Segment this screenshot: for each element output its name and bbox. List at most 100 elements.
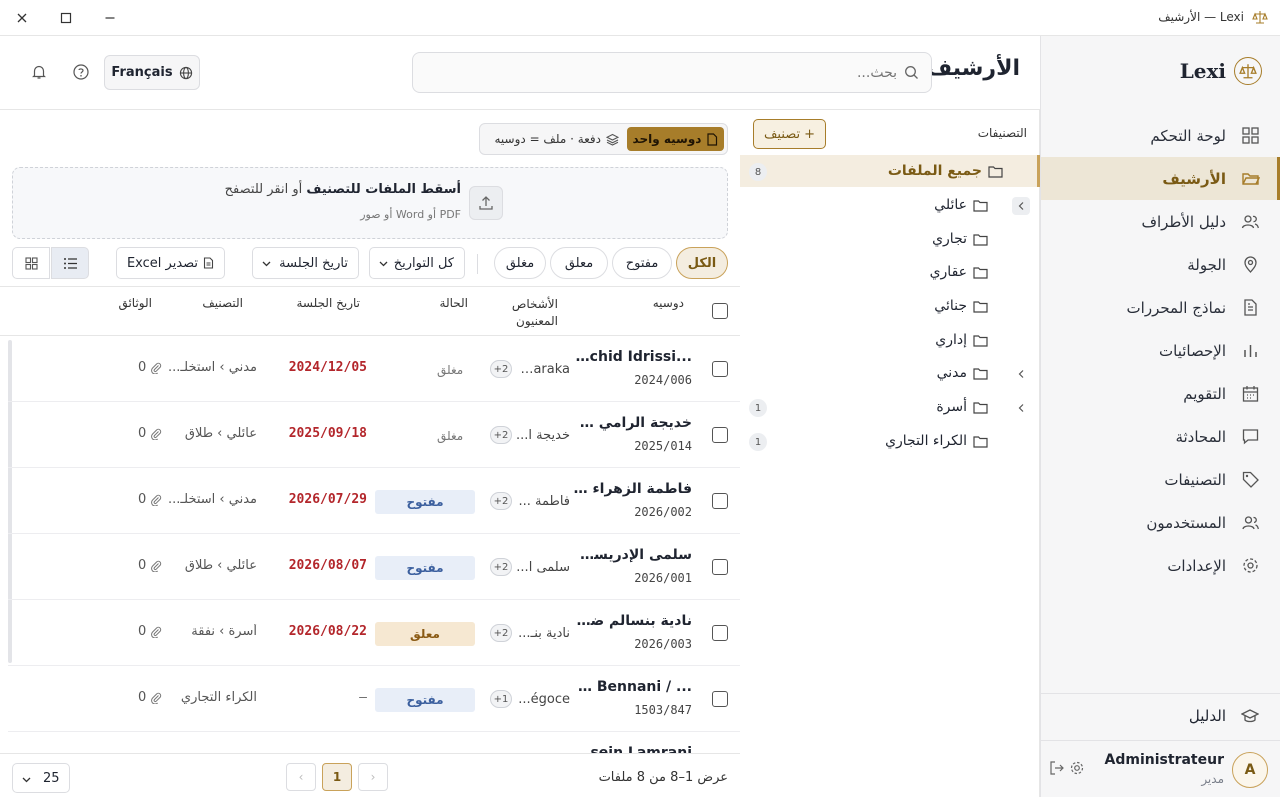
case-title[interactable]: خديجة الرامي ضد... — [572, 415, 692, 431]
sidebar-item-2[interactable]: دليل الأطراف — [1041, 200, 1280, 243]
table-row[interactable]: خديجة الرامي ضد... 2025/014 خديجة ا... +2 مغ… — [8, 402, 740, 468]
table-row[interactable]: سلمى الإدريسي ... 2026/001 سلمى ا... +2 مفتو… — [8, 534, 740, 600]
category-item[interactable]: الكراء التجاري 1 — [740, 425, 1040, 457]
case-title[interactable]: ...c/ Rachid Idrissi — [572, 349, 692, 365]
column-header-case[interactable]: دوسيه — [653, 296, 684, 310]
per-page-select[interactable]: 25 — [12, 763, 70, 793]
row-checkbox[interactable] — [712, 691, 728, 707]
sidebar-item-3[interactable]: الجولة — [1041, 243, 1280, 286]
folder-icon — [973, 199, 988, 212]
status-badge: مغلق — [437, 429, 464, 443]
filter-chip-closed[interactable]: مغلق — [494, 247, 546, 279]
category-path: أسرة › نفقة — [191, 624, 257, 639]
page-button[interactable]: 1 — [322, 763, 352, 791]
more-persons-badge[interactable]: +2 — [490, 624, 512, 642]
sidebar-item-7[interactable]: المحادثة — [1041, 415, 1280, 458]
filter-chip-all[interactable]: الكل — [676, 247, 728, 279]
sidebar-item-8[interactable]: التصنيفات — [1041, 458, 1280, 501]
sidebar-item-0[interactable]: لوحة التحكم — [1041, 114, 1280, 157]
case-title[interactable]: ... / Karim Bennani — [572, 679, 692, 695]
row-checkbox[interactable] — [712, 625, 728, 641]
select-all-checkbox[interactable] — [712, 303, 728, 319]
maximize-window-button[interactable] — [54, 6, 78, 30]
minimize-window-button[interactable] — [98, 6, 122, 30]
category-item[interactable]: عائلي — [740, 189, 1040, 221]
table-row[interactable]: ... / Karim Bennani 1503/847 égoce... +1 مفت… — [8, 666, 740, 732]
category-item[interactable]: عقاري — [740, 256, 1040, 288]
bar-chart-icon — [1240, 341, 1260, 361]
search-input[interactable] — [427, 53, 897, 92]
sidebar-item-1[interactable]: الأرشيف — [1041, 157, 1280, 200]
chevron-left-icon[interactable] — [1012, 365, 1030, 383]
filter-chip-open[interactable]: مفتوح — [612, 247, 672, 279]
mode-single-button[interactable]: دوسيه واحد — [627, 127, 724, 151]
case-title[interactable]: نادية بنسالم ضد يـ... — [572, 613, 692, 629]
next-page-button[interactable]: › — [358, 763, 388, 791]
persons-cell: فاطمة ... +2 — [480, 492, 570, 512]
avatar[interactable]: A — [1232, 752, 1268, 788]
logout-button[interactable] — [1049, 760, 1065, 776]
table-row[interactable]: نادية بنسالم ضد يـ... 2026/003 نادية بنـ..… — [8, 600, 740, 666]
language-button[interactable]: Français — [104, 55, 200, 90]
globe-icon — [179, 66, 192, 79]
table-row[interactable]: فاطمة الزهراء بنعـ... 2026/002 فاطمة ... +2… — [8, 468, 740, 534]
category-item[interactable]: مدني — [740, 357, 1040, 389]
sidebar-item-10[interactable]: الإعدادات — [1041, 544, 1280, 587]
sort-select[interactable]: تاريخ الجلسة — [252, 247, 359, 279]
category-item[interactable]: أسرة 1 — [740, 391, 1040, 423]
filter-chip-pending[interactable]: معلق — [550, 247, 608, 279]
mode-batch-button[interactable]: دفعة · ملف = دوسيه — [495, 129, 619, 149]
sidebar-item-9[interactable]: المستخدمون — [1041, 501, 1280, 544]
column-header-status[interactable]: الحالة — [440, 296, 468, 310]
add-category-button[interactable]: + تصنيف — [753, 119, 826, 149]
column-header-persons[interactable]: الأشخاص المعنيون — [508, 296, 558, 330]
more-persons-badge[interactable]: +2 — [490, 360, 512, 378]
sidebar-item-label: المستخدمون — [1146, 513, 1226, 532]
user-settings-button[interactable] — [1069, 760, 1085, 776]
column-header-category[interactable]: التصنيف — [202, 296, 243, 310]
chevron-down-icon — [262, 261, 271, 267]
notifications-button[interactable] — [28, 63, 48, 83]
close-window-button[interactable] — [10, 6, 34, 30]
chevron-left-icon[interactable] — [1012, 197, 1030, 215]
categories-panel: التصنيفات + تصنيف جميع الملفات 8 عائلي تجار… — [740, 110, 1040, 797]
row-checkbox[interactable] — [712, 559, 728, 575]
row-checkbox[interactable] — [712, 493, 728, 509]
case-title[interactable]: فاطمة الزهراء بنعـ... — [572, 481, 692, 497]
sidebar-item-6[interactable]: التقويم — [1041, 372, 1280, 415]
sidebar-item-guide[interactable]: الدليل — [1041, 696, 1280, 736]
table-row[interactable]: ...c/ Rachid Idrissi 2024/006 Baraka... +2 م… — [8, 336, 740, 402]
grid-view-button[interactable] — [12, 247, 50, 279]
mode-toggle: دوسيه واحد دفعة · ملف = دوسيه — [479, 123, 728, 155]
column-header-hearing-date[interactable]: تاريخ الجلسة — [296, 296, 360, 310]
sidebar-item-5[interactable]: الإحصائيات — [1041, 329, 1280, 372]
help-button[interactable] — [70, 63, 90, 83]
hearing-date: 2026/07/29 — [288, 492, 367, 507]
export-excel-button[interactable]: تصدير Excel — [116, 247, 225, 279]
more-persons-badge[interactable]: +2 — [490, 492, 512, 510]
sidebar-item-4[interactable]: نماذج المحررات — [1041, 286, 1280, 329]
row-checkbox[interactable] — [712, 361, 728, 377]
case-title[interactable]: سلمى الإدريسي ... — [572, 547, 692, 563]
file-dropzone[interactable]: أسقط الملفات للتصنيف أو انقر للتصفح PDF … — [12, 167, 728, 239]
brand[interactable]: Lexi — [1170, 56, 1262, 86]
status-badge: مغلق — [437, 363, 464, 377]
category-item[interactable]: جميع الملفات 8 — [740, 155, 1040, 187]
divider — [1041, 693, 1280, 694]
more-persons-badge[interactable]: +2 — [490, 558, 512, 576]
more-persons-badge[interactable]: +2 — [490, 426, 512, 444]
sidebar-item-label: الإحصائيات — [1159, 341, 1226, 360]
prev-page-button[interactable]: ‹ — [286, 763, 316, 791]
mode-single-label: دوسيه واحد — [632, 132, 702, 146]
chevron-left-icon[interactable] — [1012, 399, 1030, 417]
category-item[interactable]: تجاري — [740, 223, 1040, 255]
table-row[interactable]: ossein Lamrani... — [8, 732, 740, 754]
list-view-button[interactable] — [51, 247, 89, 279]
more-persons-badge[interactable]: +1 — [490, 690, 512, 708]
category-label: أسرة — [936, 399, 967, 415]
category-item[interactable]: إداري — [740, 324, 1040, 356]
category-item[interactable]: جنائي — [740, 290, 1040, 322]
column-header-documents[interactable]: الوثائق — [118, 296, 152, 310]
date-range-select[interactable]: كل التواريخ — [369, 247, 465, 279]
row-checkbox[interactable] — [712, 427, 728, 443]
